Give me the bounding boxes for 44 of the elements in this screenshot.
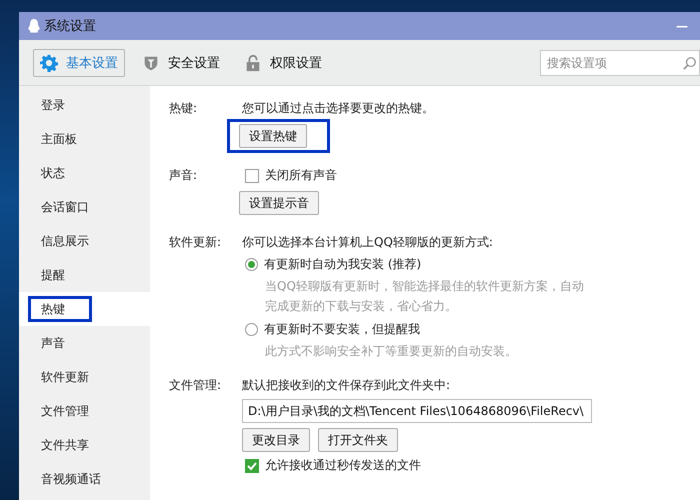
checkbox[interactable] [245,458,259,472]
settings-button[interactable]: 设置提示音 [239,191,319,215]
action-button[interactable]: 打开文件夹 [318,428,398,452]
section-label: 热键: [169,100,198,117]
sidebar-item[interactable]: 声音 [19,326,150,360]
radio-label: 有更新时自动为我安装 (推荐) [264,256,422,273]
settings-tab[interactable]: 安全设置 [135,48,227,76]
sidebar-item[interactable]: 信息展示 [19,224,150,258]
sidebar-item[interactable]: 状态 [19,156,150,190]
action-button[interactable]: 更改目录 [242,428,310,452]
description-text: 默认把接收到的文件保存到此文件夹中: [242,377,450,394]
sidebar-item[interactable]: 主面板 [19,122,150,156]
sidebar-item[interactable]: 文件管理 [19,394,150,428]
radio-button[interactable] [245,258,258,271]
section-label: 软件更新: [169,234,222,251]
sidebar-item[interactable]: 会话窗口 [19,190,150,224]
description-text: 您可以通过点击选择要更改的热键。 [242,100,434,117]
checkbox-label: 允许接收通过秒传发送的文件 [265,457,421,474]
shield-icon [142,54,160,72]
gear-icon [40,54,58,72]
settings-tab[interactable]: 权限设置 [237,48,329,76]
section-label: 声音: [169,167,198,184]
search-field[interactable]: 搜索设置项 [540,50,700,76]
lock-icon [244,54,262,72]
description-text: 你可以选择本台计算机上QQ轻聊版的更新方式: [242,234,493,251]
settings-button[interactable]: 设置热键 [239,124,307,148]
sidebar-item[interactable]: 登录 [19,88,150,122]
folder-path-field[interactable]: D:\用户目录\我的文档\Tencent Files\1064868096\FileRecv\ [242,399,592,423]
search-icon [683,56,697,70]
radio-label: 有更新时不要安装，但提醒我 [264,321,420,338]
settings-tab[interactable]: 基本设置 [33,48,125,76]
sidebar-item[interactable]: 热键 [19,292,150,326]
checkbox-label: 关闭所有声音 [265,167,337,184]
hint-text: 当QQ轻聊版有更新时，智能选择最佳的软件更新方案，自动完成更新的下载与安装，省心省力。 [265,278,585,315]
sidebar-item[interactable]: 软件更新 [19,360,150,394]
sidebar-item[interactable]: 音视频通话 [19,462,150,496]
sidebar-item[interactable]: 提醒 [19,258,150,292]
section-label: 文件管理: [169,377,222,394]
sidebar-item[interactable]: 文件共享 [19,428,150,462]
checkbox[interactable] [245,168,259,182]
window-title: 系统设置 [44,18,97,35]
radio-button[interactable] [245,323,258,336]
penguin-icon [27,18,41,34]
hint-text: 此方式不影响安全补丁等重要更新的自动安装。 [265,343,518,360]
